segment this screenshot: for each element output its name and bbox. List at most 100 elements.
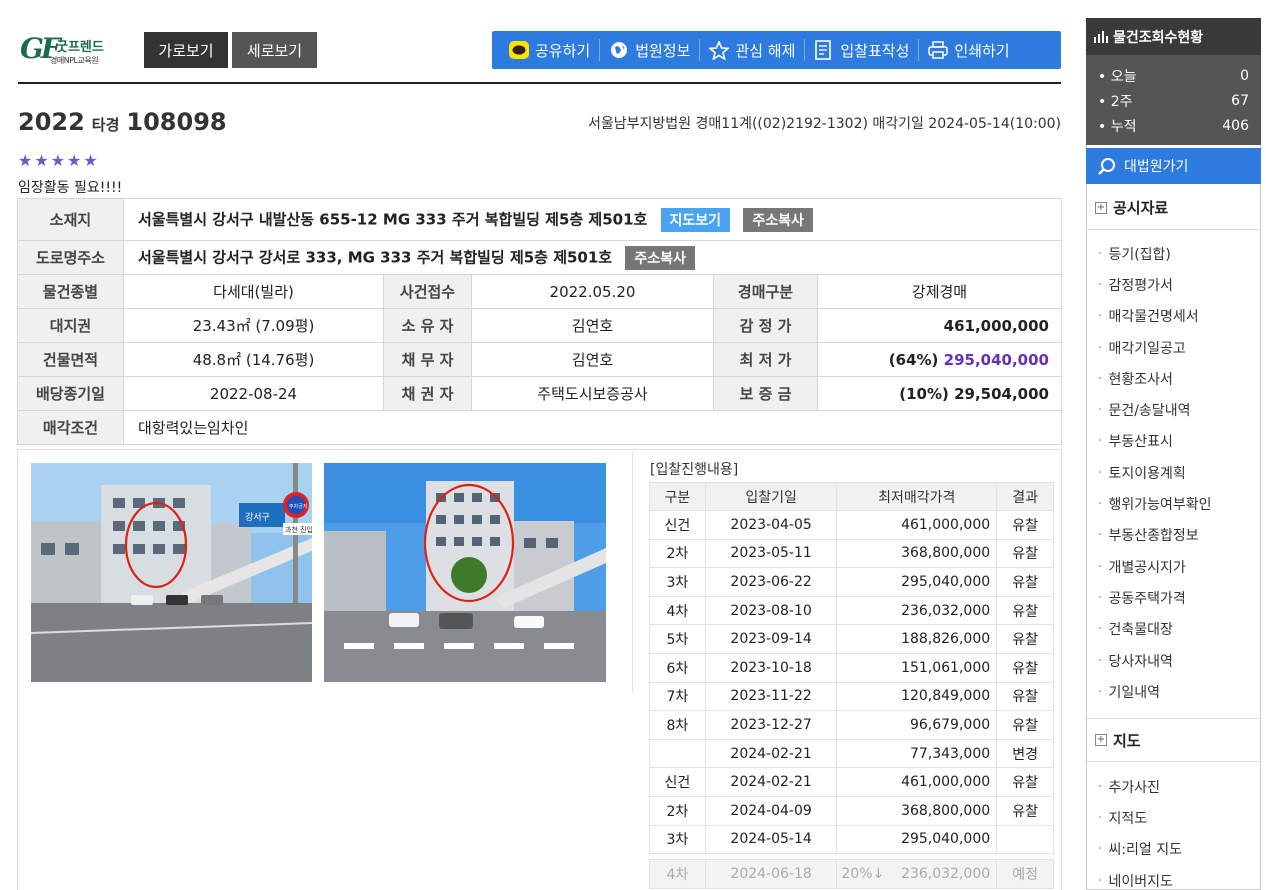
court-info-button[interactable]: 법원정보 xyxy=(600,39,701,61)
stat-total: • 누적 406 xyxy=(1098,113,1261,138)
stat-label: • 2주 xyxy=(1098,93,1133,110)
sidebar-item[interactable]: 개별공시지가 xyxy=(1098,551,1212,582)
print-label: 인쇄하기 xyxy=(954,41,1010,60)
no-parking-sign-text: 주차금지 xyxy=(289,503,307,510)
bid-round: 2차 xyxy=(649,538,706,569)
bid-date: 2024-06-18 xyxy=(704,859,838,889)
table-row: 도로명주소 서울특별시 강서구 강서로 333, MG 333 주거 복합빌딩 … xyxy=(17,240,1062,275)
bid-price: 461,000,000 xyxy=(836,510,998,540)
bid-result: 유찰 xyxy=(996,510,1054,540)
table-row: 5차 2023-09-14 188,826,000 유찰 xyxy=(649,624,1054,654)
map-view-button[interactable]: 지도보기 xyxy=(660,207,731,232)
sidebar-item[interactable]: 매각물건명세서 xyxy=(1098,301,1212,332)
sidebar-item[interactable]: 부동산종합정보 xyxy=(1098,520,1212,551)
sidebar-item[interactable]: 문건/송달내역 xyxy=(1098,394,1212,425)
result-header: 결과 xyxy=(996,482,1054,511)
header-divider xyxy=(18,82,1061,84)
sale-condition-label: 매각조건 xyxy=(17,410,124,445)
bid-result: 유찰 xyxy=(996,567,1054,597)
vertical-view-button[interactable]: 세로보기 xyxy=(232,32,317,68)
bid-date: 2023-04-05 xyxy=(704,510,838,540)
table-row: 7차 2023-11-22 120,849,000 유찰 xyxy=(649,681,1054,712)
table-row: 건물면적 48.8㎡ (14.76평) 채 무 자 김연호 최 저 가 (64%… xyxy=(17,342,1062,377)
case-id: 108098 xyxy=(126,108,227,136)
creditor-value: 주택도시보증공사 xyxy=(471,376,714,411)
received-label: 사건접수 xyxy=(383,274,472,309)
bid-price: 295,040,000 xyxy=(836,824,998,855)
sidebar-item[interactable]: 공동주택가격 xyxy=(1098,582,1212,613)
bid-date: 2023-09-14 xyxy=(704,624,838,654)
bid-history-title: [입찰진행내용] xyxy=(650,462,739,478)
location-cell: 서울특별시 강서구 내발산동 655-12 MG 333 주거 복합빌딩 제5층… xyxy=(123,198,1062,241)
action-toolbar: 공유하기 법원정보 관심 해제 입찰표작성 인쇄하기 xyxy=(492,31,1061,69)
bid-drop-percent: 20%↓ xyxy=(841,865,885,882)
property-photo-2[interactable] xyxy=(324,463,606,682)
road-address-label: 도로명주소 xyxy=(17,240,124,275)
site-logo[interactable]: GF 굿프렌드 경매NPL교육원 xyxy=(18,30,128,70)
creditor-label: 채 권 자 xyxy=(383,376,472,411)
sidebar-item[interactable]: 감정평가서 xyxy=(1098,269,1212,300)
share-button[interactable]: 공유하기 xyxy=(500,39,601,61)
public-records-title: 공시자료 xyxy=(1113,199,1169,217)
dividend-deadline-label: 배당종기일 xyxy=(17,376,124,411)
bid-result: 유찰 xyxy=(996,767,1054,797)
sidebar-item[interactable]: 기일내역 xyxy=(1098,676,1212,707)
copy-road-address-button[interactable]: 주소복사 xyxy=(625,245,695,270)
map-section-header[interactable]: + 지도 xyxy=(1087,718,1260,762)
rating-stars[interactable]: ★★★★★ xyxy=(18,151,100,170)
road-address-cell: 서울특별시 강서구 강서로 333, MG 333 주거 복합빌딩 제5층 제5… xyxy=(123,240,1062,275)
bid-round: 신건 xyxy=(649,767,706,797)
print-button[interactable]: 인쇄하기 xyxy=(919,39,1018,61)
logo-name: 굿프렌드 xyxy=(56,40,104,55)
bid-date: 2023-08-10 xyxy=(704,595,838,626)
bid-date: 2023-05-11 xyxy=(704,538,838,569)
sidebar-item[interactable]: 토지이용계획 xyxy=(1098,457,1212,488)
table-row: 3차 2023-06-22 295,040,000 유찰 xyxy=(649,567,1054,597)
table-row: 2024-02-21 77,343,000 변경 xyxy=(649,738,1054,769)
horizontal-view-button[interactable]: 가로보기 xyxy=(144,32,228,68)
property-photo-1[interactable]: 강서구 주차금지 과천 진입 xyxy=(31,463,312,682)
table-row: 물건종별 다세대(빌라) 사건접수 2022.05.20 경매구분 강제경매 xyxy=(17,274,1062,309)
road-address-value: 서울특별시 강서구 강서로 333, MG 333 주거 복합빌딩 제5층 제5… xyxy=(138,248,613,266)
sidebar-item[interactable]: 등기(집합) xyxy=(1098,238,1212,269)
sidebar-item[interactable]: 현황조사서 xyxy=(1098,363,1212,394)
date-header: 입찰기일 xyxy=(704,482,838,511)
sidebar-item[interactable]: 네이버지도 xyxy=(1098,865,1182,890)
public-records-header[interactable]: + 공시자료 xyxy=(1087,186,1260,230)
table-row: 신건 2024-02-21 461,000,000 유찰 xyxy=(649,767,1054,797)
supreme-court-link[interactable]: 대법원가기 xyxy=(1086,148,1261,184)
table-row: 3차 2024-05-14 295,040,000 xyxy=(649,824,1054,855)
sidebar-item[interactable]: 부동산표시 xyxy=(1098,426,1212,457)
bid-price: 236,032,000 xyxy=(901,865,991,882)
auction-type-value: 강제경매 xyxy=(817,274,1062,309)
unfavorite-label: 관심 해제 xyxy=(735,41,796,60)
bid-result: 유찰 xyxy=(996,652,1054,683)
sidebar-item[interactable]: 씨:리얼 지도 xyxy=(1098,834,1182,865)
property-type-label: 물건종별 xyxy=(17,274,124,309)
sidebar-item[interactable]: 매각기일공고 xyxy=(1098,332,1212,363)
sidebar-item[interactable]: 지적도 xyxy=(1098,802,1182,833)
table-header-row: 구분 입찰기일 최저매각가격 결과 xyxy=(649,482,1054,511)
table-row: 배당종기일 2022-08-24 채 권 자 주택도시보증공사 보 증 금 (1… xyxy=(17,376,1062,411)
bid-price: 188,826,000 xyxy=(836,624,998,654)
view-stats-header: 물건조회수현황 xyxy=(1086,18,1261,55)
bid-result: 유찰 xyxy=(996,595,1054,626)
round-header: 구분 xyxy=(649,482,706,511)
entry-sign-text: 과천 진입 xyxy=(285,525,312,534)
sidebar-item[interactable]: 건축물대장 xyxy=(1098,614,1212,645)
bid-form-button[interactable]: 입찰표작성 xyxy=(805,39,920,61)
sidebar-item[interactable]: 당사자내역 xyxy=(1098,645,1212,676)
copy-address-button[interactable]: 주소복사 xyxy=(743,207,813,232)
bid-round: 3차 xyxy=(649,567,706,597)
sidebar-item[interactable]: 행위가능여부확인 xyxy=(1098,488,1211,519)
deposit-value: (10%) 29,504,000 xyxy=(817,376,1062,411)
case-year: 2022 xyxy=(18,108,85,136)
bid-round: 8차 xyxy=(649,710,706,740)
sidebar-item[interactable]: 추가사진 xyxy=(1098,771,1182,802)
property-info-table: 소재지 서울특별시 강서구 내발산동 655-12 MG 333 주거 복합빌딩… xyxy=(17,198,1062,445)
appraisal-label: 감 정 가 xyxy=(713,308,818,343)
bid-round: 4차 xyxy=(649,595,706,626)
table-row: 2차 2024-04-09 368,800,000 유찰 xyxy=(649,795,1054,826)
unfavorite-button[interactable]: 관심 해제 xyxy=(700,39,806,61)
bid-date: 2023-10-18 xyxy=(704,652,838,683)
